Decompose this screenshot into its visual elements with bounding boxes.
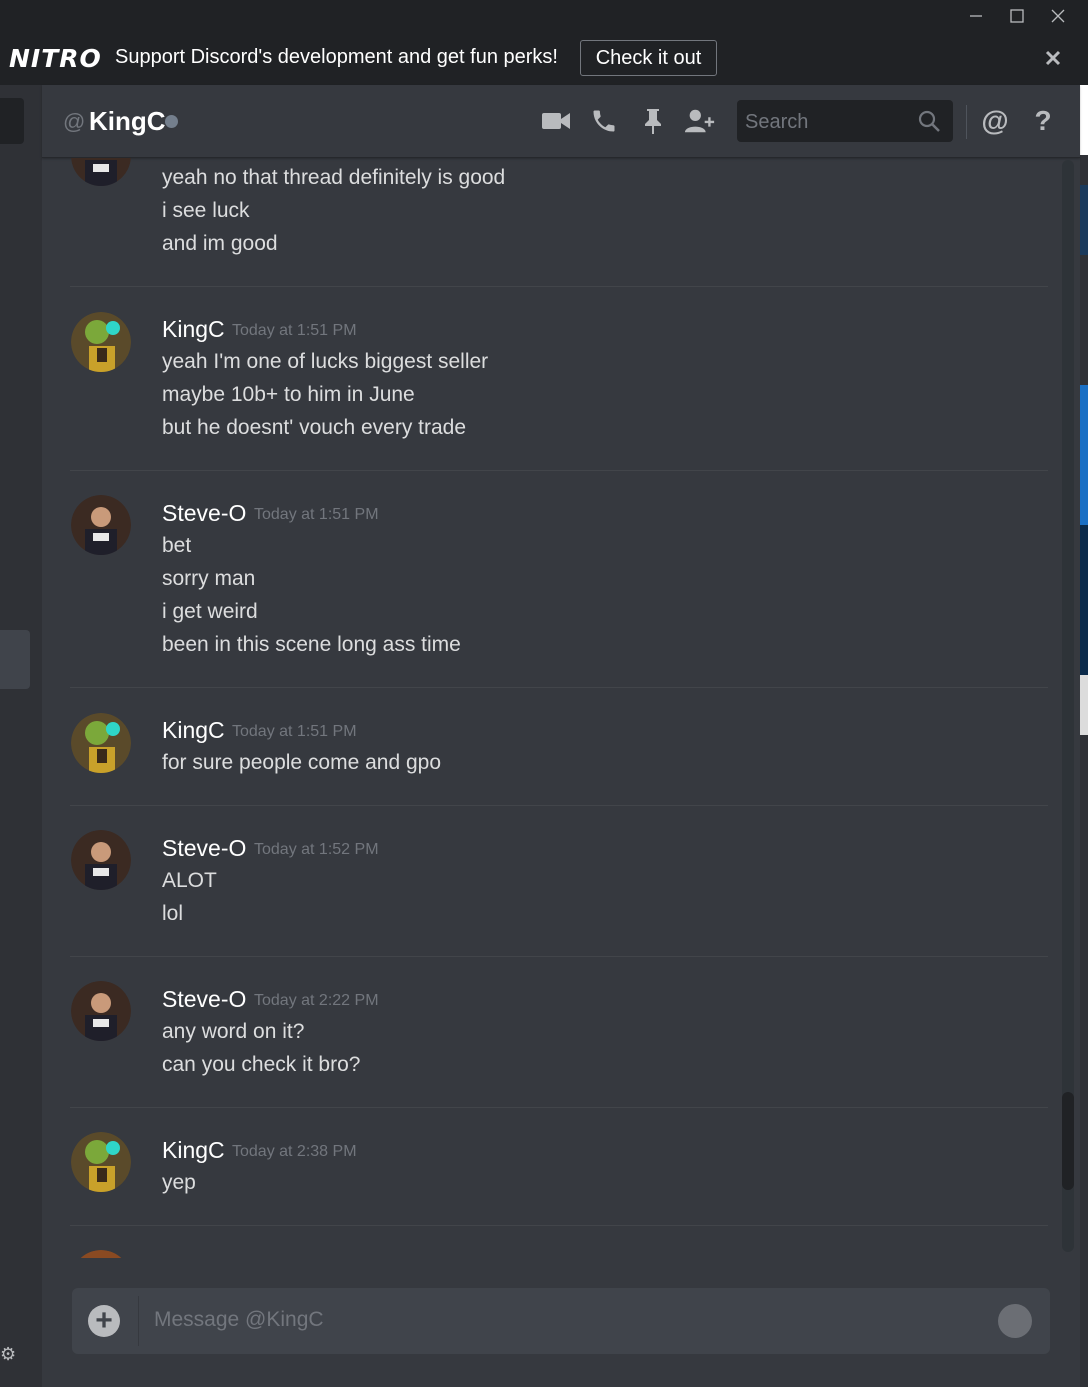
status-indicator xyxy=(165,115,178,128)
voice-call-button[interactable] xyxy=(588,105,620,137)
message-scrollbar[interactable] xyxy=(1062,160,1074,1252)
message-username[interactable]: KingC xyxy=(162,717,225,744)
avatar-steve-o[interactable] xyxy=(71,1250,131,1258)
dm-username[interactable]: KingC xyxy=(89,106,166,137)
message-line: i see luck xyxy=(162,199,250,222)
message-username[interactable]: Steve-O xyxy=(162,500,246,527)
message-divider xyxy=(70,470,1048,471)
message-line: sorry man xyxy=(162,567,256,590)
message-line: for sure people come and gpo xyxy=(162,751,442,774)
window-titlebar xyxy=(0,0,1088,32)
nitro-banner-text: Support Discord's development and get fu… xyxy=(115,46,558,68)
message-line: bet xyxy=(162,534,192,557)
message-line: yeah no that thread definitely is good xyxy=(162,166,506,189)
message-line: maybe 10b+ to him in June xyxy=(162,383,415,406)
composer-divider xyxy=(138,1296,139,1346)
message-composer: + Message @KingC xyxy=(72,1288,1050,1354)
check-it-out-button[interactable]: Check it out xyxy=(580,40,717,76)
avatar-steve-o[interactable] xyxy=(71,158,131,186)
video-call-button[interactable] xyxy=(540,105,572,137)
message-timestamp: Today at 2:38 PM xyxy=(232,1143,357,1160)
sidebar-item-selected[interactable] xyxy=(0,630,30,689)
video-call-icon xyxy=(542,113,570,129)
scrollbar-thumb[interactable] xyxy=(1062,1092,1074,1190)
message-line: yeah I'm one of lucks biggest seller xyxy=(162,350,489,373)
search-field[interactable]: Search xyxy=(737,100,953,142)
avatar-kingc[interactable] xyxy=(71,312,131,372)
add-friend-button[interactable] xyxy=(684,105,716,137)
message-line: been in this scene long ass time xyxy=(162,633,461,656)
settings-gear-icon[interactable]: ⚙ xyxy=(0,1345,16,1363)
emoji-picker-icon[interactable] xyxy=(998,1304,1032,1338)
message-divider xyxy=(70,1107,1048,1108)
voice-call-icon xyxy=(593,110,615,132)
message-divider xyxy=(70,1225,1048,1226)
message-line: but he doesnt' vouch every trade xyxy=(162,416,467,439)
at-icon: @ xyxy=(63,109,86,134)
message-username[interactable]: Steve-O xyxy=(162,835,246,862)
minimize-icon xyxy=(970,15,982,17)
message-divider xyxy=(70,956,1048,957)
pin-icon xyxy=(645,109,661,134)
message-timestamp: Today at 1:51 PM xyxy=(232,322,357,339)
search-input[interactable]: Search xyxy=(745,111,808,134)
message-list: yeah no that thread definitely is good i… xyxy=(42,158,1060,1258)
attach-plus-icon[interactable]: + xyxy=(88,1305,120,1337)
message-line: lol xyxy=(162,902,184,925)
minimize-button[interactable] xyxy=(956,0,996,32)
close-icon xyxy=(1051,9,1065,23)
avatar-steve-o[interactable] xyxy=(71,981,131,1041)
avatar-steve-o[interactable] xyxy=(71,830,131,890)
message-input[interactable]: Message @KingC xyxy=(154,1308,324,1332)
message-line: any word on it? xyxy=(162,1020,305,1043)
header-divider xyxy=(966,105,967,139)
message-divider xyxy=(70,687,1048,688)
message-line: i get weird xyxy=(162,600,258,623)
message-username[interactable]: KingC xyxy=(162,316,225,343)
message-timestamp: Today at 1:51 PM xyxy=(254,506,379,523)
message-divider xyxy=(70,286,1048,287)
message-line: ALOT xyxy=(162,869,217,892)
add-friend-icon xyxy=(684,109,715,133)
maximize-icon xyxy=(1010,9,1024,23)
message-username[interactable]: KingC xyxy=(162,1137,225,1164)
nitro-logo: NITRO xyxy=(9,44,102,73)
message-timestamp: Today at 1:52 PM xyxy=(254,841,379,858)
message-timestamp: Today at 2:22 PM xyxy=(254,992,379,1009)
background-window xyxy=(1080,85,1088,1387)
avatar-steve-o[interactable] xyxy=(71,495,131,555)
search-icon xyxy=(918,110,940,132)
message-timestamp: Today at 1:51 PM xyxy=(232,723,357,740)
avatar-kingc[interactable] xyxy=(71,1132,131,1192)
message-divider xyxy=(70,805,1048,806)
mentions-icon[interactable]: @ xyxy=(979,105,1011,137)
message-line: can you check it bro? xyxy=(162,1053,361,1076)
channel-sidebar: ⚙ xyxy=(0,85,42,1387)
pinned-messages-button[interactable] xyxy=(637,105,669,137)
dismiss-banner-button[interactable] xyxy=(1040,45,1066,71)
maximize-button[interactable] xyxy=(997,0,1037,32)
nitro-banner: NITRO Support Discord's development and … xyxy=(0,32,1088,85)
message-username[interactable]: Steve-O xyxy=(162,986,246,1013)
message-line: and im good xyxy=(162,232,278,255)
help-icon[interactable]: ? xyxy=(1027,105,1059,137)
avatar-kingc[interactable] xyxy=(71,713,131,773)
chat-header: @ KingC Search @ ? xyxy=(42,85,1080,158)
close-icon xyxy=(1045,50,1061,66)
close-window-button[interactable] xyxy=(1038,0,1078,32)
message-line: yep xyxy=(162,1171,196,1194)
sidebar-search-box[interactable] xyxy=(0,98,24,144)
